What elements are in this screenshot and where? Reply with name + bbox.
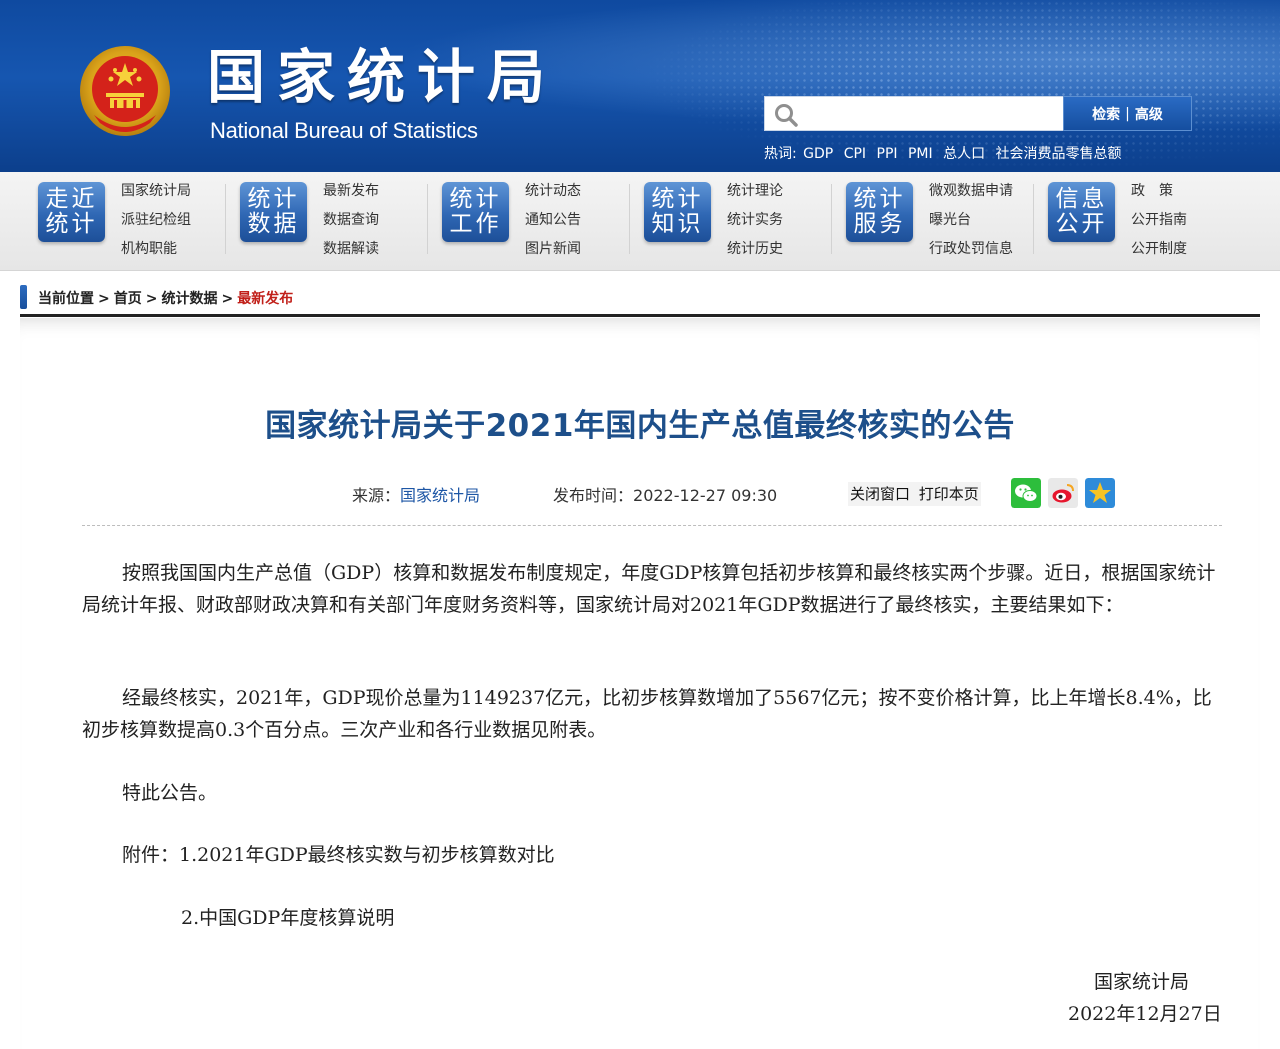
breadcrumb-home[interactable]: 首页 [114, 291, 142, 307]
nav-badge-service[interactable]: 统计 服务 [846, 182, 913, 242]
hot-word-link[interactable]: CPI [844, 146, 866, 162]
nav-link[interactable]: 微观数据申请 [929, 181, 1013, 210]
source-link[interactable]: 国家统计局 [400, 486, 480, 505]
hot-words: 热词: GDP CPI PPI PMI 总人口 社会消费品零售总额 [764, 143, 1128, 163]
publish-time: 2022-12-27 09:30 [633, 486, 778, 505]
nav-badge-line: 服务 [853, 211, 906, 237]
nav-link[interactable]: 机构职能 [121, 239, 191, 268]
nav-link[interactable]: 公开指南 [1131, 210, 1187, 239]
nav-link[interactable]: 国家统计局 [121, 181, 191, 210]
nav-link[interactable]: 最新发布 [323, 181, 379, 210]
nav-badge-line: 信息 [1055, 186, 1108, 212]
article-tools: 关闭窗口 打印本页 [848, 482, 981, 506]
nav-link[interactable]: 统计理论 [727, 181, 783, 210]
search-box [764, 96, 1064, 131]
breadcrumb-separator: > [98, 291, 110, 307]
advanced-search-button[interactable]: 高级 [1135, 104, 1163, 124]
time-label: 发布时间： [553, 486, 634, 505]
nav-divider [427, 184, 428, 254]
qzone-icon[interactable] [1085, 478, 1115, 508]
article-source: 来源：国家统计局 [352, 482, 480, 506]
signature-org: 国家统计局 [1094, 971, 1190, 993]
nav-link[interactable]: 行政处罚信息 [929, 239, 1013, 268]
search-button-group: 检索 | 高级 [1063, 96, 1192, 131]
breadcrumb-label: 当前位置 [38, 291, 94, 307]
article-title: 国家统计局关于2021年国内生产总值最终核实的公告 [265, 408, 1015, 444]
nav-link[interactable]: 政 策 [1131, 181, 1187, 210]
search-input[interactable] [805, 99, 1059, 130]
site-title[interactable]: 国家统计局 [207, 44, 557, 110]
nav-divider [831, 184, 832, 254]
main-nav: 走近 统计 国家统计局 派驻纪检组 机构职能 统计 数据 最新发布 数据查询 数… [0, 172, 1280, 271]
hot-word-link[interactable]: 总人口 [943, 146, 985, 162]
attachment-link[interactable]: 附件：1.2021年GDP最终核实数与初步核算数对比 [82, 839, 1222, 871]
meta-divider [82, 525, 1222, 526]
source-label: 来源： [352, 486, 401, 505]
nav-link[interactable]: 派驻纪检组 [121, 210, 191, 239]
nav-badge-line: 工作 [449, 211, 502, 237]
weibo-icon[interactable] [1048, 478, 1078, 508]
nav-link[interactable]: 数据解读 [323, 239, 379, 268]
nav-link[interactable]: 统计历史 [727, 239, 783, 268]
breadcrumb-separator: > [145, 291, 158, 307]
article-paragraph: 经最终核实，2021年，GDP现价总量为1149237亿元，比初步核算数增加了5… [82, 687, 1212, 741]
signature-date: 2022年12月27日 [1068, 1003, 1222, 1025]
search-icon [775, 104, 798, 127]
article-paragraph: 按照我国国内生产总值（GDP）核算和数据发布制度规定，年度GDP核算包括初步核算… [82, 562, 1216, 616]
hot-word-link[interactable]: PPI [877, 146, 898, 162]
nav-badge-line: 数据 [247, 211, 300, 237]
nav-badge-line: 统计 [651, 186, 704, 212]
hot-word-link[interactable]: PMI [908, 146, 933, 162]
nav-badge-line: 统计 [853, 186, 906, 212]
hot-word-link[interactable]: 社会消费品零售总额 [996, 146, 1122, 162]
nav-badge-line: 走近 [45, 186, 98, 212]
site-subtitle: National Bureau of Statistics [210, 118, 478, 143]
close-window-button[interactable]: 关闭窗口 [850, 485, 910, 503]
site-header: 国家统计局 National Bureau of Statistics 检索 |… [0, 0, 1280, 172]
breadcrumb-data[interactable]: 统计数据 [161, 291, 217, 307]
nav-link[interactable]: 统计实务 [727, 210, 783, 239]
hot-words-label: 热词: [764, 146, 797, 162]
nav-link[interactable]: 通知公告 [525, 210, 581, 239]
article: 国家统计局关于2021年国内生产总值最终核实的公告 来源：国家统计局 发布时间：… [20, 318, 1260, 1049]
nav-link[interactable]: 数据查询 [323, 210, 379, 239]
search-button[interactable]: 检索 [1092, 104, 1120, 124]
nav-badge-work[interactable]: 统计 工作 [442, 182, 509, 242]
nav-divider [1033, 184, 1034, 254]
national-emblem-icon[interactable] [78, 45, 172, 141]
nav-divider [225, 184, 226, 254]
article-paragraph: 特此公告。 [122, 782, 218, 804]
nav-badge-knowledge[interactable]: 统计 知识 [644, 182, 711, 242]
nav-badge-line: 统计 [449, 186, 502, 212]
nav-badge-disclosure[interactable]: 信息 公开 [1048, 182, 1115, 242]
breadcrumb: 当前位置 > 首页 > 统计数据 > 最新发布 [20, 285, 1260, 317]
print-page-button[interactable]: 打印本页 [919, 485, 979, 503]
nav-badge-line: 统计 [45, 211, 98, 237]
hot-word-link[interactable]: GDP [803, 146, 833, 162]
breadcrumb-marker [20, 285, 27, 309]
attachment-link[interactable]: 2.中国GDP年度核算说明 [82, 902, 1222, 934]
nav-badge-line: 知识 [651, 211, 704, 237]
wechat-icon[interactable] [1011, 478, 1041, 508]
article-time: 发布时间：2022-12-27 09:30 [553, 482, 777, 506]
nav-divider [629, 184, 630, 254]
breadcrumb-current[interactable]: 最新发布 [237, 291, 293, 307]
nav-badge-line: 统计 [247, 186, 300, 212]
nav-badge-data[interactable]: 统计 数据 [240, 182, 307, 242]
nav-badge-line: 公开 [1055, 211, 1108, 237]
nav-badge-about[interactable]: 走近 统计 [38, 182, 105, 242]
nav-link[interactable]: 公开制度 [1131, 239, 1187, 268]
nav-link[interactable]: 图片新闻 [525, 239, 581, 268]
nav-link[interactable]: 统计动态 [525, 181, 581, 210]
search-button-separator: | [1125, 105, 1130, 122]
nav-link[interactable]: 曝光台 [929, 210, 1013, 239]
breadcrumb-separator: > [221, 291, 234, 307]
